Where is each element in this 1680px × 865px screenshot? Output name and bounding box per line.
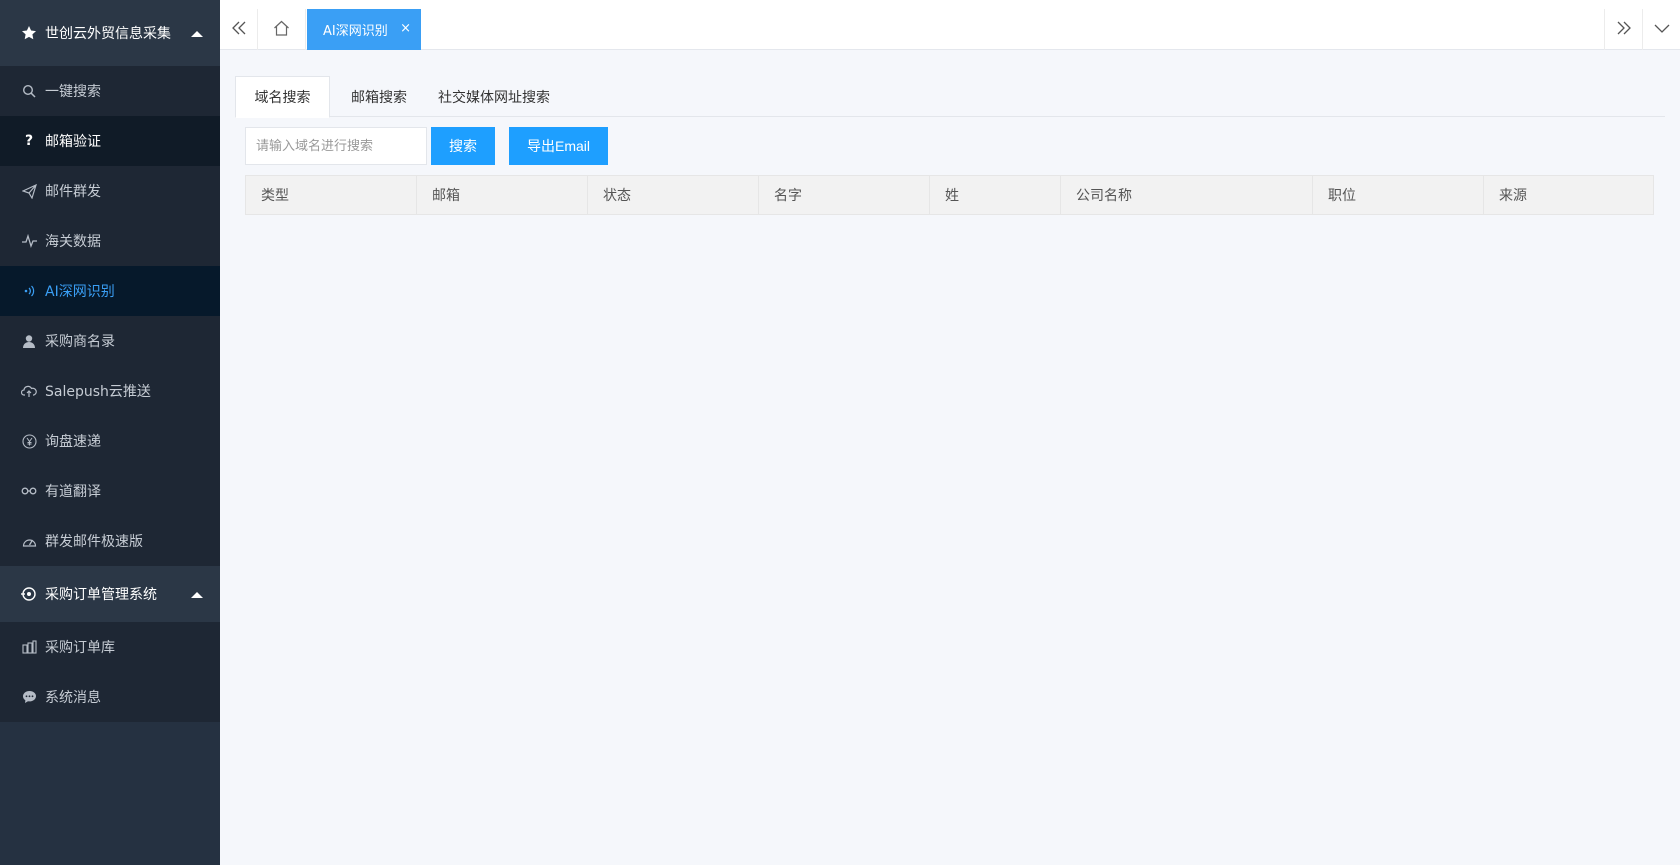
sidebar: 世创云外贸信息采集 一键搜索 ? 邮箱验证 邮件群发 海关数据 AI深网识别 采… xyxy=(0,0,220,865)
sidebar-item-mass-mail-fast[interactable]: 群发邮件极速版 xyxy=(0,516,220,566)
sidebar-item-ai-deepweb[interactable]: AI深网识别 xyxy=(0,266,220,316)
double-chevron-left-icon xyxy=(231,21,247,39)
library-icon xyxy=(21,639,37,655)
sidebar-item-customs-data[interactable]: 海关数据 xyxy=(0,216,220,266)
menu-group-items: 一键搜索 ? 邮箱验证 邮件群发 海关数据 AI深网识别 采购商名录 Salep… xyxy=(0,66,220,566)
question-icon: ? xyxy=(24,133,34,149)
sidebar-item-email-verify[interactable]: ? 邮箱验证 xyxy=(0,116,220,166)
column-header-email: 邮箱 xyxy=(417,176,588,214)
search-icon xyxy=(21,83,37,99)
tab-label: AI深网识别 xyxy=(323,24,388,39)
menu-group-items: 采购订单库 系统消息 xyxy=(0,622,220,722)
star-icon xyxy=(20,24,38,42)
yen-icon xyxy=(21,433,37,449)
main-content: 域名搜索 邮箱搜索 社交媒体网址搜索 搜索 导出Email 类型 邮箱 状态 名… xyxy=(220,51,1680,865)
caret-up-icon xyxy=(191,592,203,598)
sidebar-item-label: 海关数据 xyxy=(45,234,101,250)
domain-search-input[interactable] xyxy=(245,127,427,165)
tab-domain-search[interactable]: 域名搜索 xyxy=(235,76,330,118)
sidebar-item-mass-mail[interactable]: 邮件群发 xyxy=(0,166,220,216)
sidebar-item-label: 群发邮件极速版 xyxy=(45,534,143,550)
top-strip xyxy=(220,0,1680,9)
sidebar-item-youdao-translate[interactable]: 有道翻译 xyxy=(0,466,220,516)
gauge-icon xyxy=(21,533,37,549)
menu-group-order-management: 采购订单管理系统 采购订单库 系统消息 xyxy=(0,566,220,722)
tab-bar: AI深网识别 × xyxy=(220,9,1680,50)
column-header-first-name: 名字 xyxy=(759,176,930,214)
sidebar-item-one-click-search[interactable]: 一键搜索 xyxy=(0,66,220,116)
sidebar-item-buyer-directory[interactable]: 采购商名录 xyxy=(0,316,220,366)
link-icon xyxy=(21,483,37,499)
search-tabs: 域名搜索 邮箱搜索 社交媒体网址搜索 xyxy=(235,76,1665,118)
sidebar-item-label: 邮件群发 xyxy=(45,184,101,200)
menu-group-title: 采购订单管理系统 xyxy=(45,587,157,603)
chat-icon xyxy=(21,689,37,705)
column-header-source: 来源 xyxy=(1499,188,1527,204)
scroll-right-button[interactable] xyxy=(1604,9,1642,50)
column-header-status: 状态 xyxy=(588,176,759,214)
sidebar-item-order-library[interactable]: 采购订单库 xyxy=(0,622,220,672)
tab-email-search[interactable]: 邮箱搜索 xyxy=(331,76,427,117)
menu-group-header-order-management[interactable]: 采购订单管理系统 xyxy=(0,566,220,622)
chevron-down-icon xyxy=(1654,22,1670,38)
sidebar-item-label: Salepush云推送 xyxy=(45,384,151,400)
double-chevron-right-icon xyxy=(1616,21,1632,39)
sidebar-item-inquiry-express[interactable]: 询盘速递 xyxy=(0,416,220,466)
sidebar-item-label: 采购商名录 xyxy=(45,334,115,350)
signal-icon xyxy=(21,283,37,299)
search-button[interactable]: 搜索 xyxy=(431,127,495,165)
home-tab-button[interactable] xyxy=(258,9,306,50)
tab-ai-deepweb[interactable]: AI深网识别 × xyxy=(307,9,421,50)
pulse-icon xyxy=(21,233,37,249)
sidebar-item-label: 询盘速递 xyxy=(45,434,101,450)
home-icon xyxy=(273,20,290,40)
column-header-position: 职位 xyxy=(1313,176,1484,214)
caret-up-icon xyxy=(191,31,203,37)
tab-social-url-search[interactable]: 社交媒体网址搜索 xyxy=(427,76,561,117)
column-header-company: 公司名称 xyxy=(1061,176,1313,214)
cloud-upload-icon xyxy=(21,383,37,399)
sidebar-item-label: 采购订单库 xyxy=(45,640,115,656)
sidebar-item-label: AI深网识别 xyxy=(45,284,115,300)
order-system-icon xyxy=(20,585,38,603)
close-icon[interactable]: × xyxy=(400,21,411,36)
menu-group-header-info-collection[interactable]: 世创云外贸信息采集 xyxy=(0,0,220,66)
sidebar-item-salepush[interactable]: Salepush云推送 xyxy=(0,366,220,416)
sidebar-item-system-messages[interactable]: 系统消息 xyxy=(0,672,220,722)
sidebar-item-label: 一键搜索 xyxy=(45,84,101,100)
menu-group-title: 世创云外贸信息采集 xyxy=(45,26,171,42)
scroll-left-button[interactable] xyxy=(220,9,258,50)
send-icon xyxy=(21,183,37,199)
export-email-button[interactable]: 导出Email xyxy=(509,127,608,165)
column-header-last-name: 姓 xyxy=(930,176,1061,214)
sidebar-menu: 世创云外贸信息采集 一键搜索 ? 邮箱验证 邮件群发 海关数据 AI深网识别 采… xyxy=(0,0,220,722)
column-header-type: 类型 xyxy=(246,176,417,214)
tab-menu-button[interactable] xyxy=(1642,9,1680,50)
sidebar-item-label: 有道翻译 xyxy=(45,484,101,500)
user-icon xyxy=(21,333,37,349)
sidebar-item-label: 系统消息 xyxy=(45,690,101,706)
sidebar-item-label: 邮箱验证 xyxy=(45,134,101,150)
results-table-header: 类型 邮箱 状态 名字 姓 公司名称 职位 来源 xyxy=(245,175,1654,215)
